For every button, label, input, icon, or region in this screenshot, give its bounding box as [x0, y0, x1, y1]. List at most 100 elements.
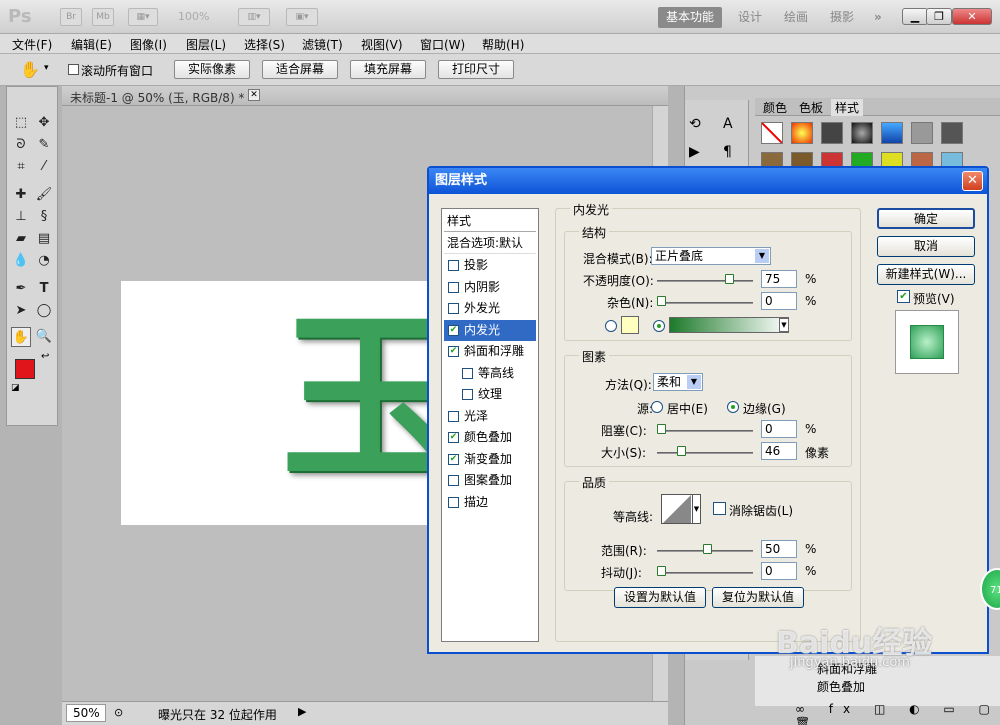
source-center-radio[interactable] [651, 401, 663, 413]
ok-button[interactable]: 确定 [877, 208, 975, 229]
mini-bridge-icon[interactable]: Mb [92, 8, 114, 26]
default-colors-icon[interactable]: ◪ [11, 383, 20, 393]
document-tab[interactable]: 未标题-1 @ 50% (玉, RGB/8) * ✕ [62, 86, 668, 106]
crop-tool-icon[interactable]: ⌗ [11, 157, 31, 177]
style-swatch[interactable] [821, 122, 843, 144]
eraser-tool-icon[interactable]: ▰ [11, 229, 31, 249]
status-menu-arrow-icon[interactable]: ▶ [298, 705, 306, 718]
gradient-tool-icon[interactable]: ▤ [34, 229, 54, 249]
style-swatch[interactable] [791, 122, 813, 144]
marquee-tool-icon[interactable]: ⬚ [11, 113, 31, 133]
style-item-checkbox[interactable]: ✔ [448, 432, 459, 443]
move-tool-icon[interactable]: ✥ [34, 113, 54, 133]
style-item-checkbox[interactable]: ✔ [448, 453, 459, 465]
style-item[interactable]: 纹理 [444, 384, 536, 405]
dialog-close-icon[interactable]: ✕ [962, 171, 983, 191]
choke-slider-thumb[interactable] [657, 424, 666, 434]
hand-tool-icon[interactable]: ✋ [20, 60, 40, 79]
scroll-all-windows-checkbox[interactable] [68, 64, 79, 75]
style-item-checkbox[interactable] [448, 260, 459, 271]
screen-mode-icon[interactable]: ▣▾ [286, 8, 318, 26]
path-selection-tool-icon[interactable]: ➤ [11, 301, 31, 321]
shape-tool-icon[interactable]: ◯ [34, 301, 54, 321]
close-icon[interactable]: ✕ [952, 8, 992, 25]
antialias-checkbox[interactable] [713, 502, 726, 515]
menu-edit[interactable]: 编辑(E) [71, 36, 112, 53]
style-swatch[interactable] [911, 122, 933, 144]
close-document-icon[interactable]: ✕ [248, 89, 260, 101]
opacity-slider[interactable] [657, 280, 753, 282]
healing-brush-tool-icon[interactable]: ✚ [11, 185, 31, 205]
eyedropper-tool-icon[interactable]: ⁄ [34, 157, 54, 177]
tool-preset-chevron-down-icon[interactable]: ▾ [44, 63, 49, 73]
tab-styles[interactable]: 样式 [831, 99, 864, 116]
styles-header[interactable]: 样式 [444, 211, 536, 232]
style-swatch[interactable] [851, 122, 873, 144]
range-field[interactable]: 50 [761, 540, 797, 558]
style-item[interactable]: ✔ 内发光 [444, 319, 536, 341]
solid-color-radio[interactable] [605, 320, 617, 332]
menu-file[interactable]: 文件(F) [12, 36, 52, 53]
bridge-icon[interactable]: Br [60, 8, 82, 26]
reset-default-button[interactable]: 复位为默认值 [712, 587, 804, 608]
source-edge-radio[interactable] [727, 401, 739, 413]
style-item-checkbox[interactable] [448, 410, 459, 422]
noise-slider[interactable] [657, 302, 753, 304]
fit-screen-button[interactable]: 适合屏幕 [262, 60, 338, 79]
style-item-checkbox[interactable] [448, 281, 459, 293]
style-item[interactable]: 等高线 [444, 363, 536, 384]
actual-pixels-button[interactable]: 实际像素 [174, 60, 250, 79]
style-item-checkbox[interactable]: ✔ [448, 346, 459, 357]
layer-effect-color-overlay[interactable]: 颜色叠加 [817, 678, 865, 695]
menu-view[interactable]: 视图(V) [361, 36, 403, 53]
clone-stamp-tool-icon[interactable]: ⊥ [11, 207, 31, 227]
size-slider-thumb[interactable] [677, 446, 686, 456]
history-brush-tool-icon[interactable]: § [34, 207, 54, 227]
range-slider-thumb[interactable] [703, 544, 712, 554]
hand-tool-icon[interactable]: ✋ [11, 327, 31, 347]
minimize-icon[interactable]: ▁ [902, 8, 928, 25]
size-slider[interactable] [657, 452, 753, 454]
style-item[interactable]: 描边 [444, 492, 536, 513]
glow-color-swatch[interactable] [621, 316, 639, 334]
tab-color[interactable]: 颜色 [759, 99, 791, 116]
make-default-button[interactable]: 设置为默认值 [614, 587, 706, 608]
size-field[interactable]: 46 [761, 442, 797, 460]
preview-checkbox[interactable]: ✔ [897, 290, 910, 303]
artboard[interactable]: 玉 [121, 281, 455, 525]
style-swatch[interactable] [941, 122, 963, 144]
menu-window[interactable]: 窗口(W) [420, 36, 465, 53]
layer-footer-icons[interactable]: ∞ fx ◫ ◐ ▭ ▢ 🗑 [795, 702, 1000, 725]
swap-colors-icon[interactable]: ↩ [41, 351, 49, 362]
menu-image[interactable]: 图像(I) [130, 36, 167, 53]
workspace-painting[interactable]: 绘画 [776, 7, 816, 28]
style-swatch[interactable] [881, 122, 903, 144]
jitter-field[interactable]: 0 [761, 562, 797, 580]
style-item[interactable]: ✔ 颜色叠加 [444, 427, 536, 448]
fill-screen-button[interactable]: 填充屏幕 [350, 60, 426, 79]
workspace-essentials[interactable]: 基本功能 [658, 7, 723, 28]
style-item-checkbox[interactable] [462, 367, 473, 379]
menu-help[interactable]: 帮助(H) [482, 36, 524, 53]
workspace-photography[interactable]: 摄影 [822, 7, 862, 28]
lasso-tool-icon[interactable]: ᘐ [11, 135, 31, 155]
paragraph-panel-icon[interactable]: ¶ [723, 144, 732, 160]
opacity-slider-thumb[interactable] [725, 274, 734, 284]
blend-options-item[interactable]: 混合选项:默认 [444, 233, 536, 254]
style-item[interactable]: ✔ 斜面和浮雕 [444, 341, 536, 362]
chevron-down-icon[interactable]: ▼ [692, 495, 700, 523]
brush-tool-icon[interactable]: 🖌 [34, 185, 54, 205]
choke-field[interactable]: 0 [761, 420, 797, 438]
style-item[interactable]: 图案叠加 [444, 470, 536, 491]
history-panel-icon[interactable]: ⟲ [689, 116, 701, 132]
technique-select[interactable]: 柔和 ▼ [653, 373, 703, 391]
workspace-more[interactable]: » [866, 7, 890, 28]
menu-filter[interactable]: 滤镜(T) [302, 36, 343, 53]
menu-layer[interactable]: 图层(L) [186, 36, 226, 53]
style-swatch-none[interactable] [761, 122, 783, 144]
glow-gradient-picker[interactable] [669, 317, 789, 333]
dodge-tool-icon[interactable]: ◔ [34, 251, 54, 271]
noise-field[interactable]: 0 [761, 292, 797, 310]
actions-panel-icon[interactable]: ▶ [689, 144, 700, 160]
choke-slider[interactable] [657, 430, 753, 432]
